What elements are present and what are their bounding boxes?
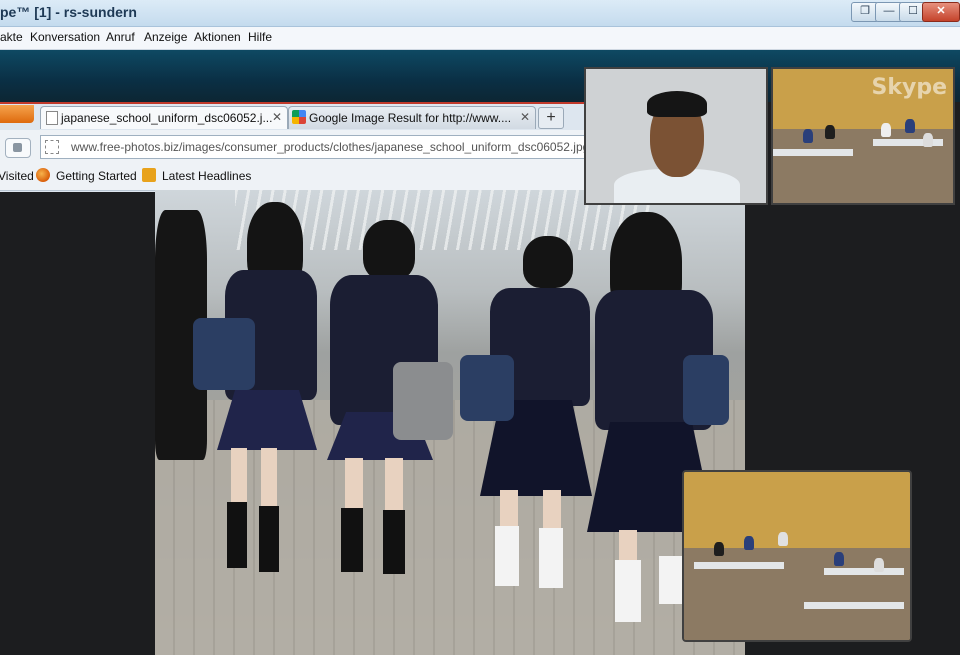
tab-label: japanese_school_uniform_dsc06052.j... xyxy=(61,111,273,125)
person-figure xyxy=(261,448,277,506)
student xyxy=(778,532,788,546)
address-bar[interactable]: www.free-photos.biz/images/consumer_prod… xyxy=(40,135,590,159)
person-figure xyxy=(539,528,563,588)
person-figure xyxy=(647,91,707,117)
student xyxy=(825,125,835,139)
firefox-icon xyxy=(36,168,50,182)
student xyxy=(881,123,891,137)
person-figure xyxy=(495,526,519,586)
person-figure xyxy=(500,490,518,530)
desk xyxy=(804,602,904,609)
school-bag xyxy=(193,318,255,390)
person-figure xyxy=(523,236,573,288)
person-figure xyxy=(341,508,363,572)
school-uniform-photo xyxy=(155,190,745,655)
menu-bar: akte Konversation Anruf Anzeige Aktionen… xyxy=(0,27,960,50)
window-title: pe™ [1] - rs-sundern xyxy=(0,4,137,20)
school-bag xyxy=(460,355,514,421)
person-figure xyxy=(615,560,641,622)
person-figure xyxy=(543,490,561,530)
url-text: www.free-photos.biz/images/consumer_prod… xyxy=(71,140,590,154)
classroom-wall xyxy=(684,472,910,548)
remote-video-thumbnail[interactable]: Skype xyxy=(771,67,955,205)
firefox-menu-button[interactable] xyxy=(0,105,34,123)
title-bar: pe™ [1] - rs-sundern ❐ — ☐ ✕ xyxy=(0,0,960,27)
person-figure xyxy=(363,220,415,280)
bookmark-getting-started[interactable]: Getting Started xyxy=(56,169,137,183)
person-figure xyxy=(619,530,637,564)
menu-kontakte[interactable]: akte xyxy=(0,30,23,44)
bookmarks-toolbar: Visited Getting Started Latest Headlines xyxy=(0,164,585,191)
close-tab-icon[interactable]: ✕ xyxy=(520,110,530,124)
menu-anruf[interactable]: Anruf xyxy=(106,30,135,44)
tab-japanese-school-uniform[interactable]: japanese_school_uniform_dsc06052.j... ✕ xyxy=(40,106,288,129)
tab-label: Google Image Result for http://www.... xyxy=(309,111,512,125)
menu-anzeige[interactable]: Anzeige xyxy=(144,30,187,44)
close-icon[interactable]: ✕ xyxy=(922,2,960,22)
desk xyxy=(694,562,784,569)
desk xyxy=(773,149,853,156)
tab-google-image-result[interactable]: Google Image Result for http://www.... ✕ xyxy=(288,106,536,129)
new-tab-button[interactable]: + xyxy=(538,107,564,129)
skype-watermark: Skype xyxy=(871,75,948,100)
page-icon xyxy=(46,111,58,125)
identity-icon xyxy=(45,140,59,154)
person-figure xyxy=(259,506,279,572)
student xyxy=(714,542,724,556)
person-figure xyxy=(383,510,405,574)
menu-aktionen[interactable]: Aktionen xyxy=(194,30,241,44)
menu-konversation[interactable]: Konversation xyxy=(30,30,100,44)
student xyxy=(923,133,933,147)
self-video-view[interactable] xyxy=(584,67,768,205)
person-figure xyxy=(345,458,363,514)
person-figure xyxy=(385,458,403,514)
bookmark-latest-headlines[interactable]: Latest Headlines xyxy=(162,169,251,183)
school-bag xyxy=(393,362,453,440)
remote-video-view[interactable] xyxy=(682,470,912,642)
school-bag xyxy=(683,355,729,425)
shared-browser-window: japanese_school_uniform_dsc06052.j... ✕ … xyxy=(0,102,590,192)
student xyxy=(834,552,844,566)
student xyxy=(744,536,754,550)
bookmark-most-visited[interactable]: Visited xyxy=(0,169,34,183)
student xyxy=(874,558,884,572)
menu-hilfe[interactable]: Hilfe xyxy=(248,30,272,44)
student xyxy=(905,119,915,133)
google-icon xyxy=(292,110,306,124)
site-identity-button[interactable] xyxy=(5,138,31,158)
close-tab-icon[interactable]: ✕ xyxy=(272,110,282,124)
navigation-bar: www.free-photos.biz/images/consumer_prod… xyxy=(0,130,590,164)
student xyxy=(803,129,813,143)
person-figure xyxy=(231,448,247,506)
desk xyxy=(824,568,904,575)
rss-feed-icon xyxy=(142,168,156,182)
person-figure xyxy=(227,502,247,568)
